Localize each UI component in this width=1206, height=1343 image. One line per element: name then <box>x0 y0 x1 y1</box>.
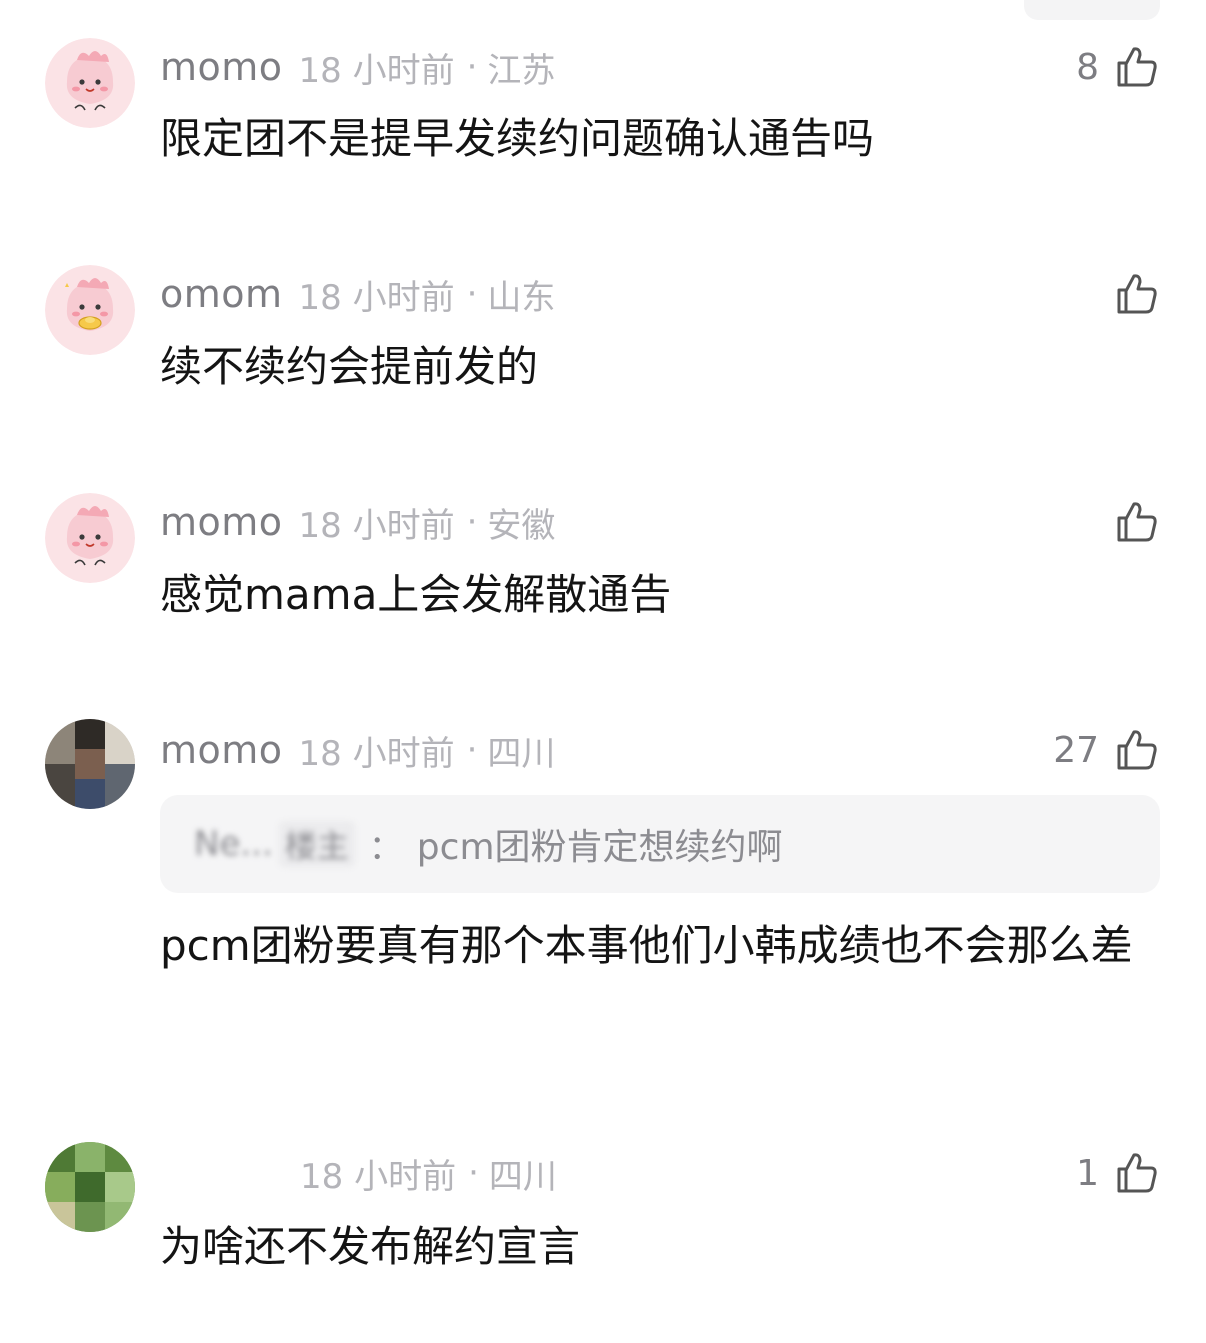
timestamp: 18 小时前 <box>300 1156 457 1197</box>
photo-avatar-pixelated-icon <box>45 719 135 809</box>
like-count: 8 <box>1076 46 1099 88</box>
comment-meta: momo 18 小时前 · 四川 <box>160 725 555 775</box>
top-button-edge[interactable] <box>1024 0 1160 20</box>
region: 四川 <box>487 733 556 774</box>
like-button[interactable] <box>1099 269 1161 319</box>
region: 山东 <box>487 277 556 318</box>
username[interactable]: momo <box>160 45 283 89</box>
meta-separator: · <box>466 274 478 314</box>
region: 四川 <box>488 1156 557 1197</box>
comment-text: 续不续约会提前发的 <box>160 342 539 391</box>
like-button[interactable]: 27 <box>1053 725 1161 775</box>
avatar[interactable] <box>45 493 135 583</box>
username[interactable]: omom <box>160 272 283 316</box>
avatar[interactable] <box>45 1142 135 1232</box>
comment-text: 限定团不是提早发续约问题确认通告吗 <box>160 114 875 163</box>
region: 江苏 <box>487 50 556 91</box>
meta-separator: · <box>466 47 478 87</box>
like-count: 1 <box>1076 1152 1099 1194</box>
region: 安徽 <box>487 505 556 546</box>
thumbs-up-icon <box>1117 274 1157 314</box>
pink-cartoon-gold-avatar-icon <box>45 265 135 355</box>
like-count: 27 <box>1053 729 1099 771</box>
quoted-username: Ne... <box>194 824 273 864</box>
comment-meta: omom 18 小时前 · 山东 <box>160 269 555 319</box>
pink-cartoon-avatar-icon <box>45 38 135 128</box>
timestamp: 18 小时前 <box>298 277 455 318</box>
meta-separator: · <box>466 502 478 542</box>
op-badge: 楼主 <box>278 821 355 867</box>
timestamp: 18 小时前 <box>298 733 455 774</box>
like-button[interactable]: 1 <box>1076 1148 1161 1198</box>
like-button[interactable]: 8 <box>1076 42 1161 92</box>
comment-text: 为啥还不发布解约宣言 <box>160 1222 581 1271</box>
quoted-text: pcm团粉肯定想续约啊 <box>416 827 783 868</box>
comment-meta: 18 小时前 · 四川 <box>160 1148 557 1198</box>
timestamp: 18 小时前 <box>298 50 455 91</box>
avatar[interactable] <box>45 265 135 355</box>
thumbs-up-icon <box>1117 47 1157 87</box>
timestamp: 18 小时前 <box>298 505 455 546</box>
username[interactable]: momo <box>160 500 283 544</box>
thumbs-up-icon <box>1117 502 1157 542</box>
comment-text: 感觉mama上会发解散通告 <box>160 570 672 619</box>
comment-meta: momo 18 小时前 · 安徽 <box>160 497 555 547</box>
pink-cartoon-avatar-icon <box>45 493 135 583</box>
thumbs-up-icon <box>1117 1153 1157 1193</box>
quote-colon: ： <box>368 827 403 868</box>
comment-meta: momo 18 小时前 · 江苏 <box>160 42 555 92</box>
comment-text: pcm团粉要真有那个本事他们小韩成绩也不会那么差 <box>160 921 1133 970</box>
quoted-reply[interactable]: Ne... 楼主 ： pcm团粉肯定想续约啊 <box>160 795 1160 893</box>
username[interactable]: momo <box>160 728 283 772</box>
avatar[interactable] <box>45 38 135 128</box>
green-photo-avatar-pixelated-icon <box>45 1142 135 1232</box>
meta-separator: · <box>468 1153 479 1193</box>
thumbs-up-icon <box>1117 730 1157 770</box>
avatar[interactable] <box>45 719 135 809</box>
like-button[interactable] <box>1099 497 1161 547</box>
meta-separator: · <box>466 730 478 770</box>
comment-list: momo 18 小时前 · 江苏 8 限定团不是提早发续约问题确认通告吗 omo… <box>0 0 1206 1343</box>
